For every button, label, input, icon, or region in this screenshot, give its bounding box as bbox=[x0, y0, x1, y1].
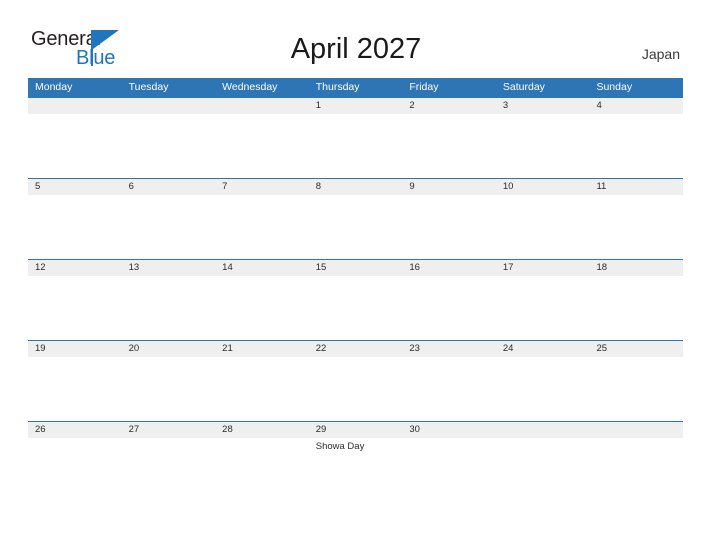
day-number[interactable]: 14 bbox=[215, 260, 309, 276]
day-number[interactable]: 19 bbox=[28, 341, 122, 357]
calendar-week-row: 5 6 7 8 9 10 11 bbox=[28, 178, 683, 259]
day-number[interactable] bbox=[589, 422, 683, 438]
calendar-page: General Blue April 2027 Japan Monday Tue… bbox=[0, 0, 712, 550]
page-title: April 2027 bbox=[290, 33, 422, 65]
day-event bbox=[122, 276, 216, 278]
day-event bbox=[122, 438, 216, 453]
week-events-row bbox=[28, 276, 683, 278]
week-events-row: Showa Day bbox=[28, 438, 683, 453]
day-event bbox=[496, 114, 590, 116]
country-label: Japan bbox=[641, 46, 680, 62]
day-event bbox=[496, 357, 590, 359]
weekday-header-tuesday: Tuesday bbox=[128, 81, 169, 93]
day-event bbox=[28, 195, 122, 197]
day-event bbox=[589, 276, 683, 278]
day-number[interactable]: 16 bbox=[402, 260, 496, 276]
day-event bbox=[496, 438, 590, 453]
day-event bbox=[215, 438, 309, 453]
day-event bbox=[122, 114, 216, 116]
day-event bbox=[402, 276, 496, 278]
day-event bbox=[402, 357, 496, 359]
day-number[interactable]: 10 bbox=[496, 179, 590, 195]
day-number[interactable]: 2 bbox=[402, 98, 496, 114]
page-header: General Blue April 2027 Japan bbox=[0, 0, 712, 78]
day-number[interactable] bbox=[122, 98, 216, 114]
day-number[interactable]: 27 bbox=[122, 422, 216, 438]
day-event bbox=[402, 195, 496, 197]
day-event bbox=[402, 114, 496, 116]
calendar-week-row: 19 20 21 22 23 24 25 bbox=[28, 340, 683, 421]
day-number[interactable]: 23 bbox=[402, 341, 496, 357]
day-number[interactable]: 26 bbox=[28, 422, 122, 438]
day-event bbox=[28, 438, 122, 453]
day-event bbox=[309, 276, 403, 278]
day-event bbox=[28, 276, 122, 278]
day-number[interactable]: 28 bbox=[215, 422, 309, 438]
day-number[interactable]: 24 bbox=[496, 341, 590, 357]
day-event bbox=[309, 195, 403, 197]
calendar-grid: Monday Tuesday Wednesday Thursday Friday… bbox=[28, 78, 683, 511]
weekday-header-friday: Friday bbox=[409, 81, 439, 93]
day-number[interactable]: 20 bbox=[122, 341, 216, 357]
weekday-header-sunday: Sunday bbox=[596, 81, 633, 93]
day-event bbox=[402, 438, 496, 453]
weekday-header-row: Monday Tuesday Wednesday Thursday Friday… bbox=[28, 78, 683, 97]
day-number[interactable]: 5 bbox=[28, 179, 122, 195]
weekday-header-wednesday: Wednesday bbox=[222, 81, 278, 93]
day-event bbox=[496, 195, 590, 197]
day-number[interactable]: 8 bbox=[309, 179, 403, 195]
day-number[interactable]: 25 bbox=[589, 341, 683, 357]
day-event bbox=[589, 357, 683, 359]
weekday-header-thursday: Thursday bbox=[315, 81, 360, 93]
day-number[interactable]: 9 bbox=[402, 179, 496, 195]
day-event bbox=[122, 195, 216, 197]
day-event bbox=[309, 114, 403, 116]
week-events-row bbox=[28, 357, 683, 359]
day-number[interactable]: 22 bbox=[309, 341, 403, 357]
day-number[interactable]: 13 bbox=[122, 260, 216, 276]
day-number[interactable] bbox=[28, 98, 122, 114]
week-date-band: 26 27 28 29 30 bbox=[28, 421, 683, 438]
day-event bbox=[589, 195, 683, 197]
day-event bbox=[589, 438, 683, 453]
week-date-band: 12 13 14 15 16 17 18 bbox=[28, 259, 683, 276]
day-number[interactable]: 3 bbox=[496, 98, 590, 114]
day-event bbox=[496, 276, 590, 278]
day-number[interactable] bbox=[496, 422, 590, 438]
day-event bbox=[28, 357, 122, 359]
day-number[interactable]: 1 bbox=[309, 98, 403, 114]
day-number[interactable]: 29 bbox=[309, 422, 403, 438]
day-event bbox=[215, 114, 309, 116]
day-number[interactable]: 15 bbox=[309, 260, 403, 276]
day-number[interactable]: 6 bbox=[122, 179, 216, 195]
day-number[interactable] bbox=[215, 98, 309, 114]
calendar-week-row: 1 2 3 4 bbox=[28, 97, 683, 178]
day-number[interactable]: 4 bbox=[589, 98, 683, 114]
day-event bbox=[215, 276, 309, 278]
day-number[interactable]: 12 bbox=[28, 260, 122, 276]
week-events-row bbox=[28, 195, 683, 197]
week-date-band: 19 20 21 22 23 24 25 bbox=[28, 340, 683, 357]
day-number[interactable]: 18 bbox=[589, 260, 683, 276]
day-number[interactable]: 11 bbox=[589, 179, 683, 195]
day-event bbox=[215, 195, 309, 197]
week-date-band: 5 6 7 8 9 10 11 bbox=[28, 178, 683, 195]
day-event bbox=[589, 114, 683, 116]
week-date-band: 1 2 3 4 bbox=[28, 97, 683, 114]
weekday-header-monday: Monday bbox=[35, 81, 73, 93]
day-number[interactable]: 7 bbox=[215, 179, 309, 195]
week-events-row bbox=[28, 114, 683, 116]
day-event bbox=[28, 114, 122, 116]
day-event bbox=[122, 357, 216, 359]
day-event bbox=[215, 357, 309, 359]
day-number[interactable]: 17 bbox=[496, 260, 590, 276]
calendar-week-row: 26 27 28 29 30 Showa Day bbox=[28, 421, 683, 511]
day-event-showa-day: Showa Day bbox=[315, 441, 365, 452]
day-number[interactable]: 30 bbox=[402, 422, 496, 438]
calendar-week-row: 12 13 14 15 16 17 18 bbox=[28, 259, 683, 340]
weekday-header-saturday: Saturday bbox=[502, 81, 545, 93]
day-event bbox=[309, 357, 403, 359]
day-number[interactable]: 21 bbox=[215, 341, 309, 357]
